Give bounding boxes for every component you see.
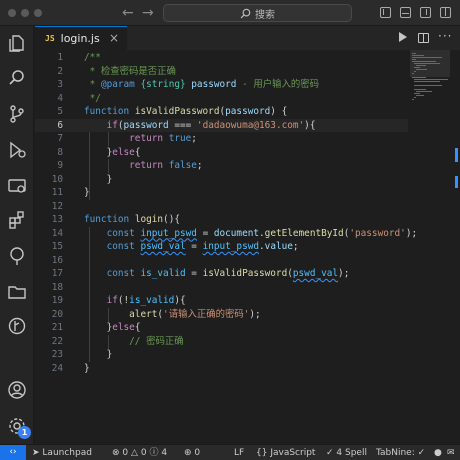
ports-item[interactable]: ⊕ 0	[184, 447, 200, 459]
git-graph-icon[interactable]	[7, 316, 27, 336]
tree-icon[interactable]	[7, 246, 27, 266]
code-line: 14 const input_pswd = document.getElemen…	[51, 227, 418, 239]
maximize-window-button[interactable]	[34, 9, 42, 17]
code-line: 3 * @param {string} password - 用户输入的密码	[57, 79, 319, 90]
tab-title: login.js	[60, 32, 100, 45]
forward-arrow-icon[interactable]: →	[142, 4, 154, 22]
code-line: 2 * 检查密码是否正确	[57, 65, 176, 77]
toggle-sidebar-icon[interactable]	[380, 7, 391, 18]
more-actions-icon[interactable]: ···	[438, 29, 452, 43]
toggle-panel-icon[interactable]	[400, 7, 411, 18]
code-line: 15 const pswd_val = input_pswd.value;	[51, 241, 299, 252]
search-icon[interactable]	[7, 68, 27, 88]
code-line: 20 alert('请输入正确的密码');	[51, 308, 261, 320]
copilot-icon[interactable]: ●	[434, 447, 442, 459]
code-line: 11}	[51, 187, 90, 198]
code-editor[interactable]: 1/** 2 * 检查密码是否正确 3 * @param {string} pa…	[35, 50, 418, 444]
warning-icon: △	[131, 448, 138, 458]
spell-check-item[interactable]: ✓ 4 Spell	[326, 447, 367, 459]
close-icon[interactable]: ×	[109, 31, 119, 45]
code-line: 7 return true;	[57, 133, 197, 144]
braces-icon: {}	[256, 448, 268, 458]
remote-explorer-icon[interactable]	[7, 176, 27, 196]
run-file-icon[interactable]	[399, 32, 407, 42]
search-placeholder: 搜索	[255, 9, 275, 21]
language-mode-item[interactable]: {} JavaScript	[256, 447, 315, 459]
account-icon[interactable]	[7, 380, 27, 400]
check-icon: ✓	[326, 448, 334, 458]
back-arrow-icon[interactable]: ←	[122, 4, 134, 22]
check-icon: ✓	[417, 448, 426, 458]
code-line: 13 function login(){	[51, 214, 180, 225]
extensions-icon[interactable]	[7, 210, 27, 230]
launchpad-item[interactable]: ➤ Launchpad	[32, 447, 92, 459]
code-line: 4 */	[57, 92, 101, 104]
code-line: 5 function isValidPassword(password) {	[57, 106, 288, 117]
explorer-icon[interactable]	[7, 33, 27, 53]
tabnine-item[interactable]: TabNine: ✓	[376, 447, 425, 459]
title-bar: ← → 搜索	[0, 0, 460, 26]
code-line: 17 const is_valid = isValidPassword(pswd…	[51, 268, 350, 279]
source-control-icon[interactable]	[7, 104, 27, 124]
info-icon: ⓘ	[149, 448, 159, 458]
code-line: 8 }else{	[57, 146, 141, 158]
activity-bar	[0, 26, 34, 444]
code-line: 10 }	[51, 173, 113, 185]
code-line: 22 // 密码正确	[51, 335, 184, 347]
command-center-search[interactable]: 搜索	[163, 4, 352, 22]
code-line: 23 }	[51, 349, 113, 360]
close-window-button[interactable]	[8, 9, 16, 17]
code-line: 12	[51, 200, 63, 212]
run-debug-icon[interactable]	[7, 140, 27, 160]
folder-icon[interactable]	[7, 282, 27, 302]
rocket-icon: ➤	[32, 448, 40, 458]
settings-update-badge: 1	[18, 426, 31, 439]
search-icon	[240, 8, 251, 18]
code-line: 19 if(!is_valid){	[51, 295, 186, 306]
end-of-line-item[interactable]: LF	[234, 447, 244, 459]
code-line: 16	[51, 254, 63, 266]
code-line: 9 return false;	[57, 160, 203, 171]
code-line-current: 6 if(password === 'dadaowuma@163.com'){	[35, 118, 408, 132]
status-bar: ‹› ➤ Launchpad ⊗ 0 △ 0 ⓘ 4 ⊕ 0 LF {} Jav…	[0, 444, 460, 460]
code-line: 1/**	[57, 52, 101, 63]
toggle-secondary-sidebar-icon[interactable]	[420, 7, 431, 18]
javascript-file-icon: JS	[45, 34, 55, 43]
broadcast-icon: ⊕	[184, 448, 192, 458]
scrollbar-marker	[455, 148, 458, 162]
split-editor-icon[interactable]	[418, 33, 429, 43]
error-icon: ⊗	[112, 448, 120, 458]
code-line: 21 }else{	[51, 322, 141, 333]
code-line: 24}	[51, 362, 90, 374]
minimize-window-button[interactable]	[21, 9, 29, 17]
customize-layout-icon[interactable]	[440, 7, 451, 18]
remote-indicator-button[interactable]: ‹›	[0, 445, 26, 460]
tab-login-js[interactable]: JS login.js ×	[35, 26, 127, 50]
notifications-bell-icon[interactable]: ✉	[447, 447, 455, 459]
code-line: 18	[51, 281, 63, 293]
minimap[interactable]	[410, 50, 450, 444]
editor-tab-strip: JS login.js × ···	[35, 26, 460, 50]
problems-item[interactable]: ⊗ 0 △ 0 ⓘ 4	[112, 447, 167, 459]
scrollbar-marker	[455, 176, 458, 188]
